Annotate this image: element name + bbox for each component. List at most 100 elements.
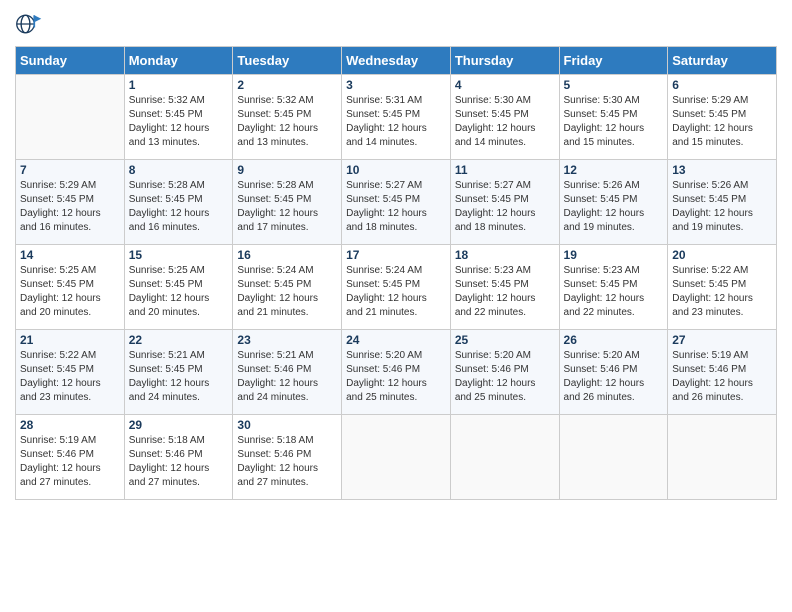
day-number: 7 — [20, 163, 120, 177]
day-info: Sunrise: 5:32 AMSunset: 5:45 PMDaylight:… — [129, 94, 229, 150]
week-row-1: 1 Sunrise: 5:32 AMSunset: 5:45 PMDaylight… — [16, 75, 777, 160]
day-info: Sunrise: 5:22 AMSunset: 5:45 PMDaylight:… — [672, 264, 772, 320]
day-info: Sunrise: 5:21 AMSunset: 5:46 PMDaylight:… — [237, 349, 337, 405]
day-number: 4 — [455, 78, 555, 92]
day-cell: 17 Sunrise: 5:24 AMSunset: 5:45 PMDayligh… — [342, 245, 451, 330]
day-number: 9 — [237, 163, 337, 177]
day-info: Sunrise: 5:28 AMSunset: 5:45 PMDaylight:… — [237, 179, 337, 235]
week-row-2: 7 Sunrise: 5:29 AMSunset: 5:45 PMDaylight… — [16, 160, 777, 245]
day-cell: 26 Sunrise: 5:20 AMSunset: 5:46 PMDayligh… — [559, 330, 668, 415]
logo-icon — [15, 10, 43, 38]
day-cell — [559, 415, 668, 500]
day-info: Sunrise: 5:25 AMSunset: 5:45 PMDaylight:… — [20, 264, 120, 320]
day-cell: 9 Sunrise: 5:28 AMSunset: 5:45 PMDaylight… — [233, 160, 342, 245]
day-number: 25 — [455, 333, 555, 347]
day-info: Sunrise: 5:23 AMSunset: 5:45 PMDaylight:… — [564, 264, 664, 320]
day-cell: 1 Sunrise: 5:32 AMSunset: 5:45 PMDaylight… — [124, 75, 233, 160]
header-cell-sunday: Sunday — [16, 47, 125, 75]
header-cell-wednesday: Wednesday — [342, 47, 451, 75]
day-number: 29 — [129, 418, 229, 432]
day-cell: 22 Sunrise: 5:21 AMSunset: 5:45 PMDayligh… — [124, 330, 233, 415]
day-number: 12 — [564, 163, 664, 177]
day-cell: 24 Sunrise: 5:20 AMSunset: 5:46 PMDayligh… — [342, 330, 451, 415]
week-row-5: 28 Sunrise: 5:19 AMSunset: 5:46 PMDayligh… — [16, 415, 777, 500]
day-info: Sunrise: 5:25 AMSunset: 5:45 PMDaylight:… — [129, 264, 229, 320]
day-info: Sunrise: 5:32 AMSunset: 5:45 PMDaylight:… — [237, 94, 337, 150]
day-info: Sunrise: 5:24 AMSunset: 5:45 PMDaylight:… — [237, 264, 337, 320]
header-cell-monday: Monday — [124, 47, 233, 75]
day-info: Sunrise: 5:29 AMSunset: 5:45 PMDaylight:… — [672, 94, 772, 150]
day-number: 20 — [672, 248, 772, 262]
day-info: Sunrise: 5:24 AMSunset: 5:45 PMDaylight:… — [346, 264, 446, 320]
day-cell: 25Sunrise: 5:20 AMSunset: 5:46 PMDayligh… — [450, 330, 559, 415]
day-cell: 27 Sunrise: 5:19 AMSunset: 5:46 PMDayligh… — [668, 330, 777, 415]
day-info: Sunrise: 5:19 AMSunset: 5:46 PMDaylight:… — [20, 434, 120, 490]
day-cell: 5Sunrise: 5:30 AMSunset: 5:45 PMDaylight… — [559, 75, 668, 160]
day-number: 10 — [346, 163, 446, 177]
day-info: Sunrise: 5:27 AMSunset: 5:45 PMDaylight:… — [455, 179, 555, 235]
day-number: 3 — [346, 78, 446, 92]
day-info: Sunrise: 5:18 AMSunset: 5:46 PMDaylight:… — [129, 434, 229, 490]
day-info: Sunrise: 5:21 AMSunset: 5:45 PMDaylight:… — [129, 349, 229, 405]
day-number: 26 — [564, 333, 664, 347]
day-cell: 29 Sunrise: 5:18 AMSunset: 5:46 PMDayligh… — [124, 415, 233, 500]
day-cell: 4Sunrise: 5:30 AMSunset: 5:45 PMDaylight… — [450, 75, 559, 160]
day-cell: 16 Sunrise: 5:24 AMSunset: 5:45 PMDayligh… — [233, 245, 342, 330]
day-cell: 2 Sunrise: 5:32 AMSunset: 5:45 PMDaylight… — [233, 75, 342, 160]
day-number: 27 — [672, 333, 772, 347]
day-info: Sunrise: 5:27 AMSunset: 5:45 PMDaylight:… — [346, 179, 446, 235]
day-info: Sunrise: 5:28 AMSunset: 5:45 PMDaylight:… — [129, 179, 229, 235]
header-cell-tuesday: Tuesday — [233, 47, 342, 75]
day-number: 23 — [237, 333, 337, 347]
day-cell — [16, 75, 125, 160]
day-cell: 30 Sunrise: 5:18 AMSunset: 5:46 PMDayligh… — [233, 415, 342, 500]
day-info: Sunrise: 5:29 AMSunset: 5:45 PMDaylight:… — [20, 179, 120, 235]
day-cell: 13 Sunrise: 5:26 AMSunset: 5:45 PMDayligh… — [668, 160, 777, 245]
day-info: Sunrise: 5:30 AMSunset: 5:45 PMDaylight:… — [564, 94, 664, 150]
day-info: Sunrise: 5:26 AMSunset: 5:45 PMDaylight:… — [672, 179, 772, 235]
day-cell: 19 Sunrise: 5:23 AMSunset: 5:45 PMDayligh… — [559, 245, 668, 330]
day-info: Sunrise: 5:26 AMSunset: 5:45 PMDaylight:… — [564, 179, 664, 235]
week-row-3: 14Sunrise: 5:25 AMSunset: 5:45 PMDayligh… — [16, 245, 777, 330]
day-number: 19 — [564, 248, 664, 262]
day-cell: 15 Sunrise: 5:25 AMSunset: 5:45 PMDayligh… — [124, 245, 233, 330]
day-number: 22 — [129, 333, 229, 347]
day-cell: 12 Sunrise: 5:26 AMSunset: 5:45 PMDayligh… — [559, 160, 668, 245]
day-info: Sunrise: 5:18 AMSunset: 5:46 PMDaylight:… — [237, 434, 337, 490]
day-number: 11 — [455, 163, 555, 177]
day-info: Sunrise: 5:19 AMSunset: 5:46 PMDaylight:… — [672, 349, 772, 405]
day-cell — [342, 415, 451, 500]
header-row: SundayMondayTuesdayWednesdayThursdayFrid… — [16, 47, 777, 75]
day-number: 18 — [455, 248, 555, 262]
week-row-4: 21Sunrise: 5:22 AMSunset: 5:45 PMDayligh… — [16, 330, 777, 415]
day-number: 13 — [672, 163, 772, 177]
day-number: 30 — [237, 418, 337, 432]
logo — [15, 10, 47, 38]
day-number: 16 — [237, 248, 337, 262]
day-cell: 10 Sunrise: 5:27 AMSunset: 5:45 PMDayligh… — [342, 160, 451, 245]
header-cell-thursday: Thursday — [450, 47, 559, 75]
day-cell: 3 Sunrise: 5:31 AMSunset: 5:45 PMDaylight… — [342, 75, 451, 160]
day-cell: 7 Sunrise: 5:29 AMSunset: 5:45 PMDaylight… — [16, 160, 125, 245]
day-number: 6 — [672, 78, 772, 92]
day-info: Sunrise: 5:20 AMSunset: 5:46 PMDaylight:… — [564, 349, 664, 405]
day-cell: 20 Sunrise: 5:22 AMSunset: 5:45 PMDayligh… — [668, 245, 777, 330]
header-cell-saturday: Saturday — [668, 47, 777, 75]
day-cell — [450, 415, 559, 500]
day-info: Sunrise: 5:20 AMSunset: 5:46 PMDaylight:… — [346, 349, 446, 405]
day-number: 2 — [237, 78, 337, 92]
day-number: 21 — [20, 333, 120, 347]
day-cell: 23 Sunrise: 5:21 AMSunset: 5:46 PMDayligh… — [233, 330, 342, 415]
day-number: 17 — [346, 248, 446, 262]
day-cell: 14Sunrise: 5:25 AMSunset: 5:45 PMDayligh… — [16, 245, 125, 330]
day-cell: 21Sunrise: 5:22 AMSunset: 5:45 PMDayligh… — [16, 330, 125, 415]
day-number: 24 — [346, 333, 446, 347]
day-info: Sunrise: 5:23 AMSunset: 5:45 PMDaylight:… — [455, 264, 555, 320]
day-number: 28 — [20, 418, 120, 432]
day-cell: 8 Sunrise: 5:28 AMSunset: 5:45 PMDaylight… — [124, 160, 233, 245]
day-number: 15 — [129, 248, 229, 262]
day-info: Sunrise: 5:31 AMSunset: 5:45 PMDaylight:… — [346, 94, 446, 150]
day-number: 1 — [129, 78, 229, 92]
day-cell — [668, 415, 777, 500]
day-number: 8 — [129, 163, 229, 177]
